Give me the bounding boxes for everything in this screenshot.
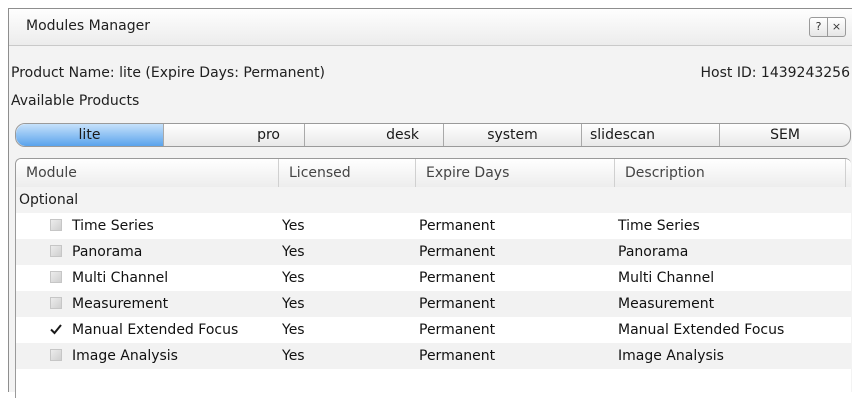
help-button[interactable]: ?	[810, 18, 827, 36]
column-header-licensed[interactable]: Licensed	[279, 159, 416, 187]
checkbox-checked[interactable]	[50, 323, 62, 335]
licensed-cell: Yes	[282, 218, 305, 234]
checkbox[interactable]	[50, 349, 62, 361]
column-header-expire-days[interactable]: Expire Days	[416, 159, 615, 187]
product-name-label: Product Name: lite (Expire Days: Permane…	[11, 65, 325, 81]
tab-sem[interactable]: SEM	[719, 124, 850, 146]
description-cell: Image Analysis	[618, 348, 724, 364]
tab-slidescan[interactable]: slidescan	[581, 124, 719, 146]
module-cell: Time Series	[72, 218, 154, 234]
modules-table: Module Licensed Expire Days Description …	[15, 158, 851, 398]
description-cell: Time Series	[618, 218, 700, 234]
table-row[interactable]: Image Analysis Yes Permanent Image Analysis	[16, 343, 851, 369]
window-buttons: ? ×	[809, 17, 846, 37]
licensed-cell: Yes	[282, 244, 305, 260]
tab-pro[interactable]: pro	[163, 124, 304, 146]
expire-days-cell: Permanent	[419, 296, 496, 312]
table-row[interactable]: Time Series Yes Permanent Time Series	[16, 213, 851, 239]
tab-desk[interactable]: desk	[304, 124, 443, 146]
tab-lite[interactable]: lite	[16, 124, 163, 146]
table-row[interactable]: Measurement Yes Permanent Measurement	[16, 291, 851, 317]
checkbox[interactable]	[50, 219, 62, 231]
expire-days-cell: Permanent	[419, 218, 496, 234]
table-row[interactable]: Panorama Yes Permanent Panorama	[16, 239, 851, 265]
window-title: Modules Manager	[26, 18, 151, 34]
product-tabs: lite pro desk system slidescan SEM	[15, 123, 851, 147]
licensed-cell: Yes	[282, 270, 305, 286]
checkbox[interactable]	[50, 297, 62, 309]
module-cell: Panorama	[72, 244, 143, 260]
column-header-module[interactable]: Module	[16, 159, 279, 187]
close-button[interactable]: ×	[827, 18, 845, 36]
checkmark-icon	[50, 324, 62, 335]
licensed-cell: Yes	[282, 348, 305, 364]
expire-days-cell: Permanent	[419, 270, 496, 286]
table-header: Module Licensed Expire Days Description	[16, 159, 851, 188]
checkbox[interactable]	[50, 245, 62, 257]
description-cell: Manual Extended Focus	[618, 322, 785, 338]
module-cell: Measurement	[72, 296, 169, 312]
tab-system[interactable]: system	[443, 124, 581, 146]
modules-manager-window: Modules Manager ? × Product Name: lite (…	[8, 8, 852, 398]
title-bar: Modules Manager ? ×	[9, 9, 852, 46]
description-cell: Panorama	[618, 244, 689, 260]
checkbox[interactable]	[50, 271, 62, 283]
module-cell: Manual Extended Focus	[72, 322, 239, 338]
expire-days-cell: Permanent	[419, 244, 496, 260]
expire-days-cell: Permanent	[419, 348, 496, 364]
module-cell: Multi Channel	[72, 270, 169, 286]
table-row[interactable]: Multi Channel Yes Permanent Multi Channel	[16, 265, 851, 291]
expire-days-cell: Permanent	[419, 322, 496, 338]
group-header-optional[interactable]: Optional	[16, 187, 851, 213]
licensed-cell: Yes	[282, 322, 305, 338]
description-cell: Multi Channel	[618, 270, 715, 286]
licensed-cell: Yes	[282, 296, 305, 312]
description-cell: Measurement	[618, 296, 715, 312]
host-id-label: Host ID: 1439243256	[700, 65, 850, 81]
column-header-description[interactable]: Description	[615, 159, 846, 187]
module-cell: Image Analysis	[72, 348, 178, 364]
table-row[interactable]: Manual Extended Focus Yes Permanent Manual …	[16, 317, 851, 343]
available-products-label: Available Products	[11, 93, 140, 109]
